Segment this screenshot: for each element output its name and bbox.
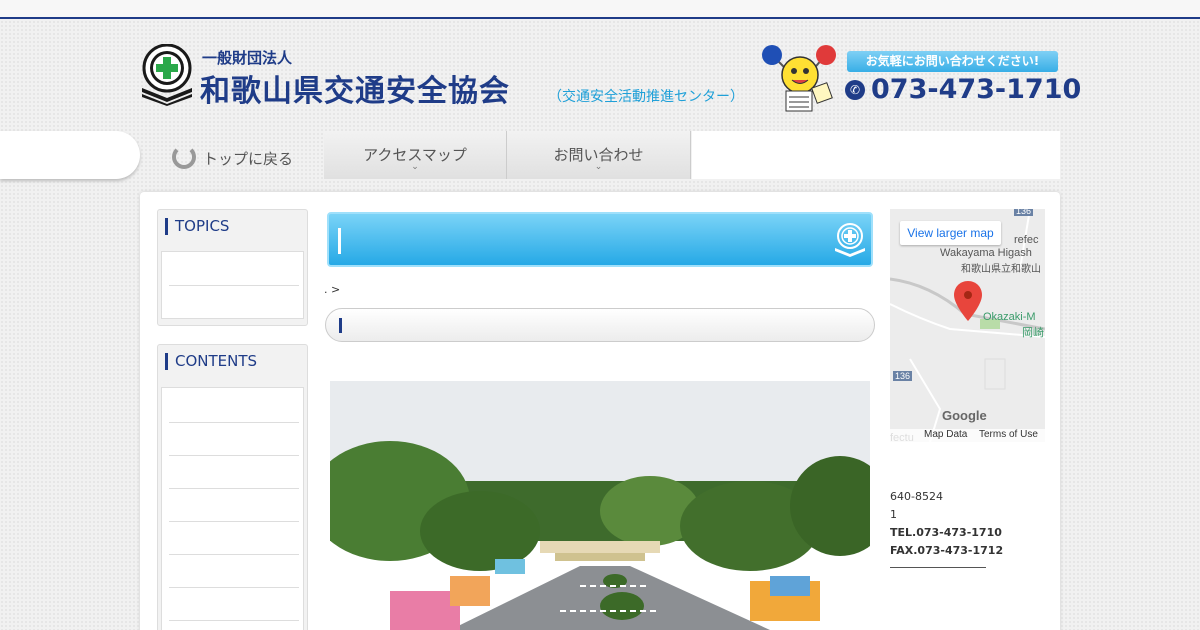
refresh-icon [172, 145, 196, 169]
list-divider [169, 422, 299, 423]
org-name[interactable]: 和歌山県交通安全協会 [200, 66, 510, 110]
list-divider [169, 285, 299, 286]
contents-box: CONTENTS [157, 344, 308, 630]
page-title-bar [327, 212, 873, 267]
map-label: refec [1014, 234, 1039, 246]
route-badge: 136 [1014, 209, 1034, 216]
section-heading-bar [325, 308, 875, 342]
heading-marker [339, 318, 342, 333]
address-line: 1 [890, 508, 897, 521]
nav-left-cap [0, 131, 140, 179]
nav-item-access-map[interactable]: アクセスマップ ⌄ [324, 131, 507, 179]
phone-number[interactable]: 073-473-1710 [871, 74, 1081, 105]
top-strip [0, 0, 1200, 17]
topics-box: TOPICS [157, 209, 308, 326]
tel: TEL.073-473-1710 [890, 526, 1002, 539]
association-logo[interactable] [140, 44, 194, 106]
nav-filler [692, 131, 1060, 179]
postal-code: 640-8524 [890, 490, 943, 503]
map-data-label: Map Data [924, 429, 968, 440]
view-larger-map-link[interactable]: View larger map [900, 221, 1001, 245]
list-divider [169, 554, 299, 555]
org-type: 一般財団法人 [202, 49, 293, 67]
map-label: 和歌山県立和歌山 [961, 264, 1041, 275]
top-rule [0, 17, 1200, 19]
phone-icon: ✆ [845, 80, 865, 100]
terms-link[interactable]: Terms of Use [979, 429, 1038, 440]
list-divider [169, 521, 299, 522]
list-divider [169, 455, 299, 456]
contents-title: CONTENTS [165, 353, 257, 370]
org-subtitle: （交通安全活動推進センター） [548, 89, 744, 105]
breadcrumb[interactable]: . > [324, 283, 340, 296]
emblem-icon [835, 223, 865, 257]
traffic-park-photo [330, 381, 870, 630]
title-marker [338, 228, 341, 254]
embedded-map[interactable]: View larger map 136 refec Wakayama Higas… [890, 209, 1045, 442]
nav-home-link[interactable]: トップに戻る [203, 148, 293, 169]
nav-item-contact[interactable]: お問い合わせ ⌄ [507, 131, 691, 179]
divider [890, 567, 986, 568]
google-logo: Google [942, 408, 987, 423]
chevron-down-icon: ⌄ [411, 162, 419, 172]
mascot-icon [762, 45, 836, 112]
route-badge: 136 [893, 371, 913, 381]
map-footer: Map Data Terms of Use [890, 429, 1045, 442]
topics-list [161, 251, 304, 319]
contact-banner: お気軽にお問い合わせください! [847, 51, 1058, 72]
list-divider [169, 587, 299, 588]
chevron-down-icon: ⌄ [594, 162, 603, 172]
list-divider [169, 488, 299, 489]
list-divider [169, 620, 299, 621]
topics-title: TOPICS [165, 218, 229, 235]
map-label: Wakayama Higash [940, 247, 1032, 259]
fax: FAX.073-473-1712 [890, 544, 1004, 557]
map-label: Okazaki-M [983, 311, 1036, 323]
contents-list [161, 387, 304, 630]
map-label: 岡崎 [1022, 327, 1044, 339]
